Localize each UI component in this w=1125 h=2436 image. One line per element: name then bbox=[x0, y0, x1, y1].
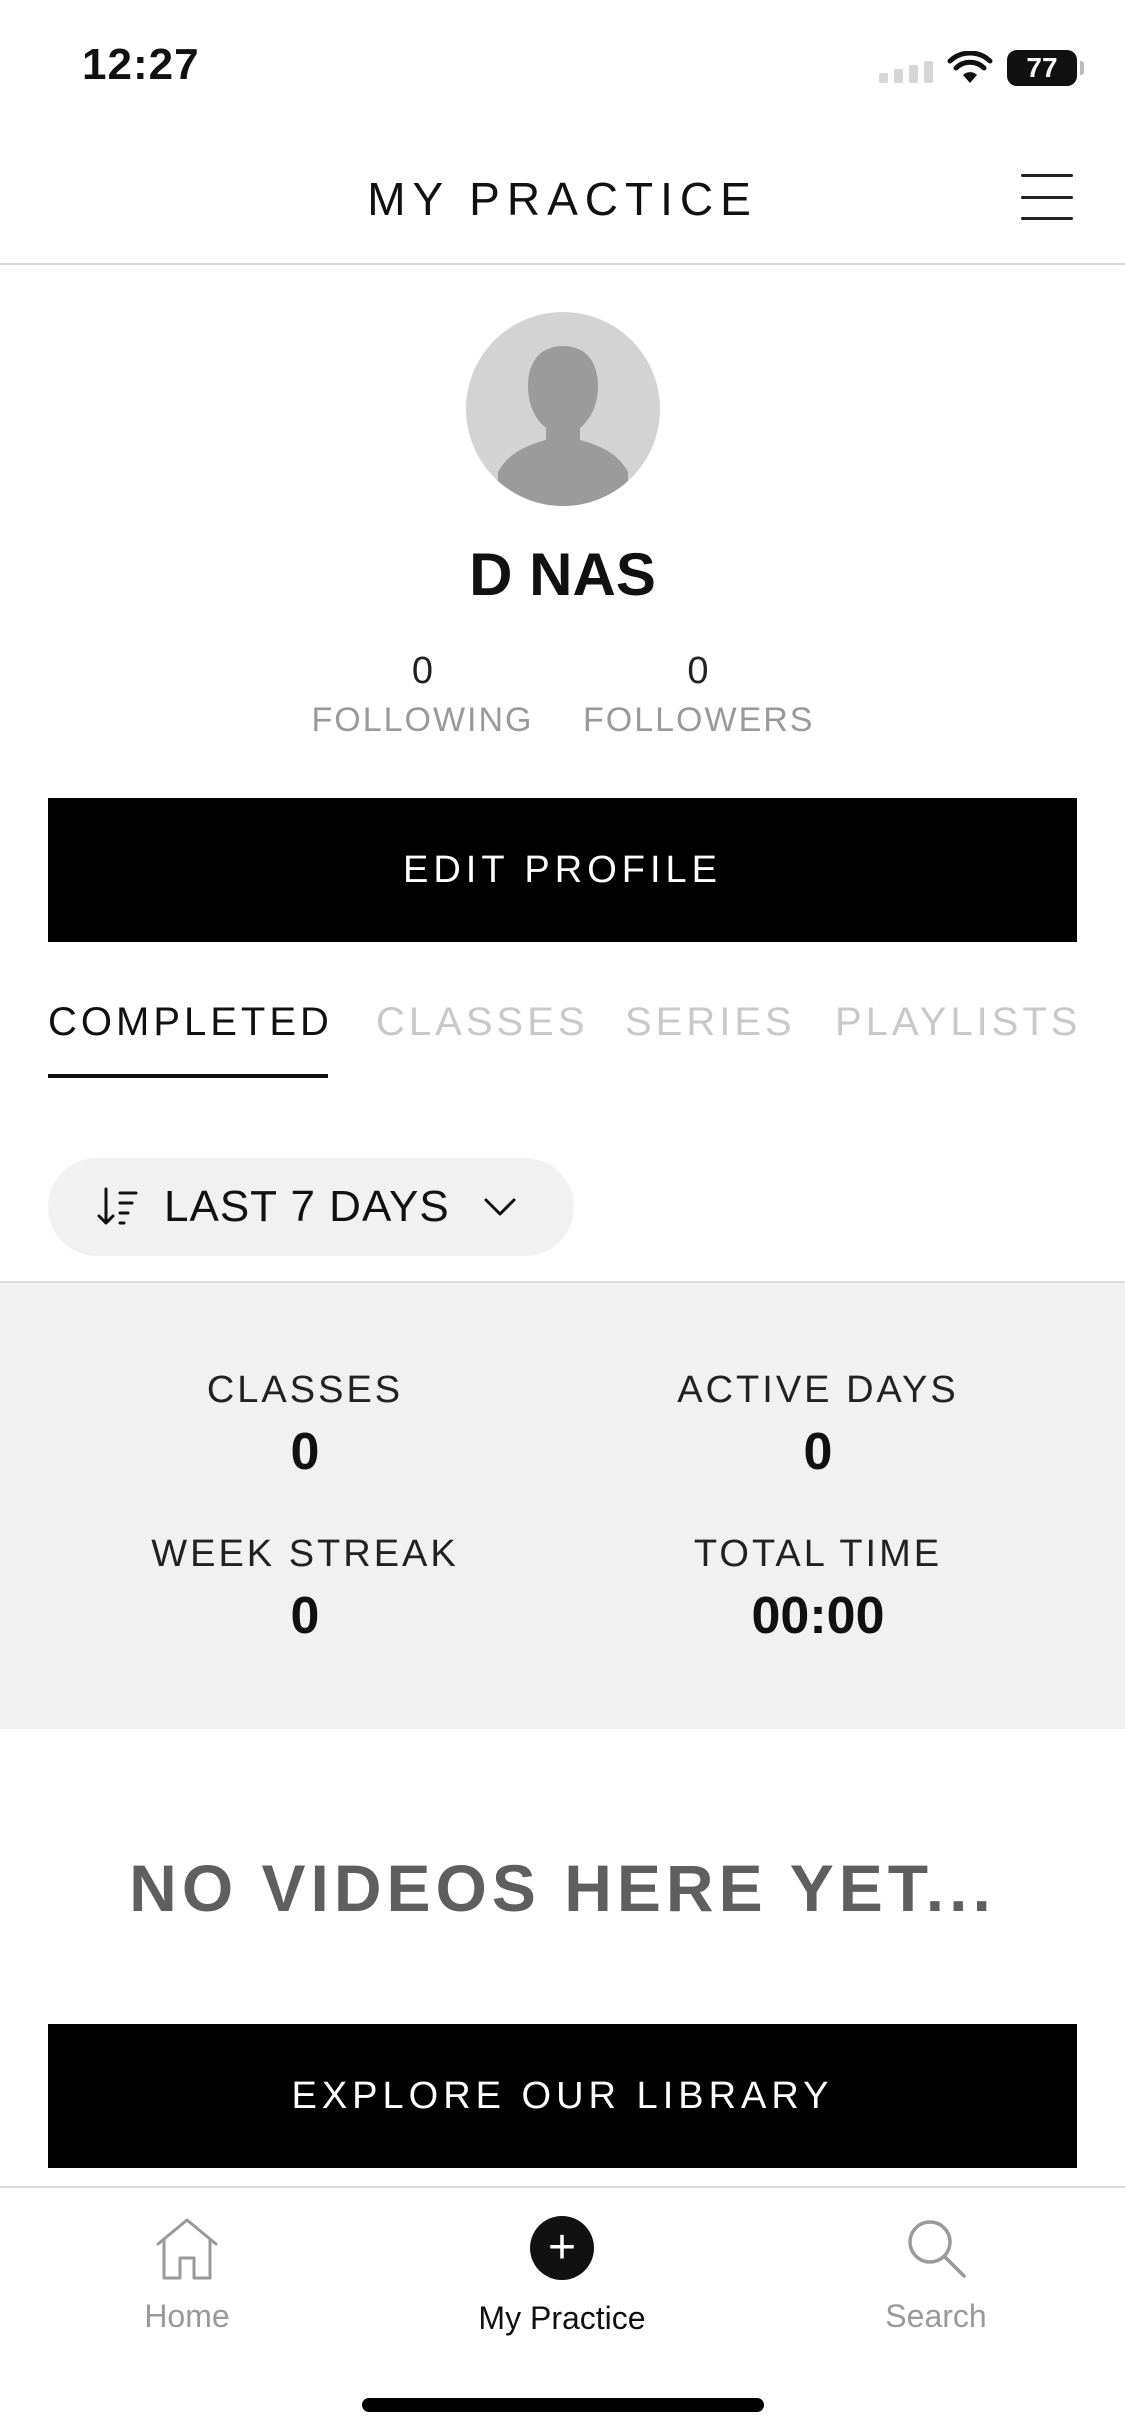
tab-classes[interactable]: CLASSES bbox=[376, 1000, 589, 1045]
home-indicator[interactable] bbox=[362, 2398, 764, 2412]
edit-profile-button[interactable]: EDIT PROFILE bbox=[48, 798, 1077, 942]
following-count: 0 bbox=[411, 650, 434, 692]
week-streak-value: 0 bbox=[290, 1587, 320, 1645]
nav-my-practice-label: My Practice bbox=[478, 2300, 646, 2336]
total-time-value: 00:00 bbox=[751, 1587, 885, 1645]
battery-icon: 77 bbox=[1007, 50, 1084, 86]
tab-completed[interactable]: COMPLETED bbox=[48, 1000, 333, 1045]
classes-stat: CLASSES 0 bbox=[125, 1369, 485, 1482]
followers-label: FOLLOWERS bbox=[583, 701, 815, 739]
followers-stat[interactable]: 0 FOLLOWERS bbox=[583, 650, 813, 740]
profile-name: D NAS bbox=[469, 541, 656, 608]
active-days-value: 0 bbox=[803, 1423, 833, 1481]
nav-my-practice[interactable]: + My Practice bbox=[432, 2214, 692, 2337]
stats-panel: CLASSES 0 ACTIVE DAYS 0 WEEK STREAK 0 TO… bbox=[0, 1281, 1125, 1729]
cellular-signal-icon bbox=[879, 53, 933, 83]
home-icon bbox=[156, 2218, 218, 2280]
explore-library-button[interactable]: EXPLORE OUR LIBRARY bbox=[48, 2024, 1077, 2168]
filter-label: LAST 7 DAYS bbox=[164, 1182, 450, 1231]
nav-home-label: Home bbox=[144, 2298, 230, 2334]
nav-search[interactable]: Search bbox=[806, 2214, 1066, 2335]
total-time-label: TOTAL TIME bbox=[693, 1533, 943, 1575]
plus-icon: + bbox=[530, 2216, 594, 2280]
classes-value: 0 bbox=[290, 1423, 320, 1481]
status-time: 12:27 bbox=[82, 40, 200, 89]
following-stat[interactable]: 0 FOLLOWING bbox=[310, 650, 535, 740]
status-bar: 12:27 77 bbox=[0, 0, 1125, 130]
active-days-stat: ACTIVE DAYS 0 bbox=[638, 1369, 998, 1482]
app-header: MY PRACTICE bbox=[0, 130, 1125, 265]
status-icons: 77 bbox=[879, 46, 1084, 90]
avatar[interactable] bbox=[466, 312, 660, 506]
menu-icon[interactable] bbox=[1021, 174, 1073, 220]
tab-series[interactable]: SERIES bbox=[625, 1000, 796, 1045]
person-silhouette-icon bbox=[498, 346, 628, 506]
sort-icon bbox=[97, 1187, 138, 1225]
active-days-label: ACTIVE DAYS bbox=[677, 1369, 959, 1411]
search-icon bbox=[908, 2220, 966, 2278]
week-streak-label: WEEK STREAK bbox=[151, 1533, 459, 1575]
followers-count: 0 bbox=[687, 650, 709, 692]
classes-label: CLASSES bbox=[206, 1369, 404, 1411]
page-title: MY PRACTICE bbox=[367, 173, 758, 225]
total-time-stat: TOTAL TIME 00:00 bbox=[638, 1533, 998, 1646]
practice-tabs: COMPLETED CLASSES SERIES PLAYLISTS bbox=[48, 1000, 1125, 1080]
active-tab-indicator bbox=[48, 1074, 328, 1078]
tab-playlists[interactable]: PLAYLISTS bbox=[835, 1000, 1081, 1045]
week-streak-stat: WEEK STREAK 0 bbox=[125, 1533, 485, 1646]
wifi-icon bbox=[947, 51, 993, 83]
empty-state-message: NO VIDEOS HERE YET... bbox=[129, 1851, 996, 1925]
following-label: FOLLOWING bbox=[311, 701, 534, 739]
chevron-down-icon bbox=[484, 1198, 516, 1216]
nav-home[interactable]: Home bbox=[57, 2214, 317, 2335]
nav-search-label: Search bbox=[885, 2298, 987, 2334]
date-range-filter[interactable]: LAST 7 DAYS bbox=[48, 1158, 574, 1256]
